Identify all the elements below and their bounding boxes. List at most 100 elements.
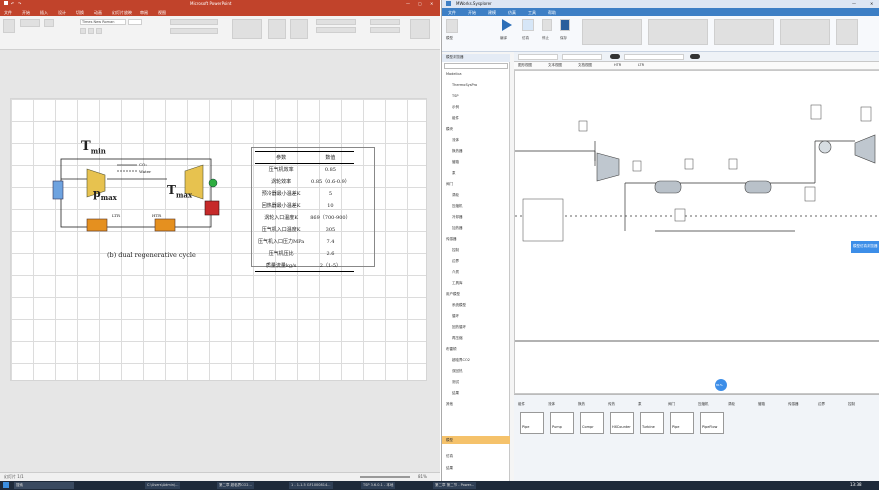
- tree-item[interactable]: 涡轮: [452, 193, 459, 198]
- font-name-select[interactable]: Times New Roman: [80, 19, 126, 25]
- taskbar-task[interactable]: 1 - 1-1.5 GF1000814...: [289, 482, 333, 489]
- tree-item[interactable]: 超临界CO2: [452, 358, 470, 363]
- palette-component[interactable]: [670, 412, 694, 434]
- tree-item[interactable]: 测试: [452, 380, 459, 385]
- tree-item[interactable]: 模块: [446, 127, 453, 132]
- palette-tab[interactable]: 泵: [638, 402, 642, 407]
- palette-component[interactable]: [520, 412, 544, 434]
- palette-tab[interactable]: 传感器: [788, 402, 799, 407]
- maximize-icon[interactable]: ▢: [418, 1, 422, 6]
- redo-icon[interactable]: ↷: [18, 1, 21, 6]
- palette-tab[interactable]: 边界: [818, 402, 825, 407]
- bottom-panel-result[interactable]: 结果: [446, 466, 453, 471]
- slide-canvas[interactable]: CO₂ Water Tmin pmax Tmax LTR HTR (b) dua…: [10, 98, 427, 381]
- new-slide-button[interactable]: [20, 19, 40, 27]
- palette-component[interactable]: [700, 412, 724, 434]
- replace-button[interactable]: [370, 27, 400, 33]
- paragraph-group[interactable]: [170, 19, 218, 25]
- palette-component[interactable]: [640, 412, 664, 434]
- tree-item[interactable]: 循环: [452, 314, 459, 319]
- close-icon[interactable]: ✕: [430, 1, 433, 6]
- ribbon-group-project[interactable]: [836, 19, 858, 45]
- app-minimize-icon[interactable]: —: [852, 1, 856, 6]
- palette-tab[interactable]: 压缩机: [698, 402, 709, 407]
- tree-item[interactable]: 结果: [452, 391, 459, 396]
- tree-item[interactable]: TSP: [452, 94, 458, 98]
- tree-item[interactable]: 流体: [452, 138, 459, 143]
- tree-item[interactable]: 压缩机: [452, 204, 463, 209]
- palette-tab[interactable]: 流体: [548, 402, 555, 407]
- underline-button[interactable]: [96, 28, 102, 34]
- parameter-table[interactable]: 参数 数值 压气机效率 0.85 涡轮效率 0.85（0.6-0.9） 预冷器最小温…: [255, 151, 354, 272]
- palette-tab[interactable]: 阀门: [668, 402, 675, 407]
- shapes-gallery[interactable]: [232, 19, 262, 39]
- bottom-panel-model[interactable]: 模型: [446, 438, 453, 443]
- tree-item[interactable]: 系统模型: [452, 303, 466, 308]
- editor-tab-text[interactable]: 文本视图: [548, 63, 562, 68]
- tree-item[interactable]: 双回热: [452, 369, 463, 374]
- compile-icon[interactable]: [502, 19, 512, 31]
- app-close-icon[interactable]: ✕: [870, 1, 873, 6]
- editor-tab-graphic[interactable]: 图形视图: [518, 63, 532, 68]
- tree-item[interactable]: 示例: [452, 105, 459, 110]
- minimize-icon[interactable]: —: [406, 1, 410, 6]
- ribbon-group-edit[interactable]: [582, 19, 642, 45]
- bottom-panel-sim[interactable]: 仿真: [446, 454, 453, 459]
- palette-component[interactable]: [610, 412, 634, 434]
- palette-component[interactable]: [580, 412, 604, 434]
- quick-styles-button[interactable]: [290, 19, 308, 39]
- tree-item[interactable]: 阀门: [446, 182, 453, 187]
- variant-select[interactable]: [562, 54, 602, 60]
- editor-tab-ltr[interactable]: LTR: [638, 63, 644, 67]
- diagram-editor[interactable]: 模型仿真浏览器 81%: [514, 70, 879, 394]
- tree-item[interactable]: 再压缩: [452, 336, 463, 341]
- tree-item[interactable]: 换热器: [452, 149, 463, 154]
- simulate-button[interactable]: [522, 19, 534, 31]
- palette-tab[interactable]: 组件: [518, 402, 525, 407]
- palette-tab[interactable]: 换热: [578, 402, 585, 407]
- taskbar-task[interactable]: 第二章 第二节 - Power...: [433, 482, 477, 489]
- tree-item[interactable]: 冷却器: [452, 215, 463, 220]
- taskbar-task[interactable]: C:\Users\Admin\...: [145, 482, 181, 489]
- slide-thumbnail-pane[interactable]: [0, 50, 8, 471]
- ribbon-group-format[interactable]: [714, 19, 774, 45]
- tree-search-input[interactable]: [444, 63, 508, 69]
- palette-tab[interactable]: 涡轮: [728, 402, 735, 407]
- align-group[interactable]: [170, 28, 218, 34]
- palette-component[interactable]: [550, 412, 574, 434]
- tree-item[interactable]: 回热循环: [452, 325, 466, 330]
- paste-button[interactable]: [3, 19, 15, 33]
- tree-item[interactable]: 布雷顿: [446, 347, 457, 352]
- tree-item[interactable]: 传感器: [446, 237, 457, 242]
- shape-outline-button[interactable]: [316, 27, 356, 33]
- font-size-select[interactable]: [128, 19, 142, 25]
- ribbon-group-view[interactable]: [648, 19, 708, 45]
- palette-tab[interactable]: 管路: [758, 402, 765, 407]
- taskbar-task[interactable]: TSP 3.6.0.1 - 本地: [361, 482, 396, 489]
- palette-tab[interactable]: 传热: [608, 402, 615, 407]
- tree-item[interactable]: 用户模型: [446, 292, 460, 297]
- model-select[interactable]: [518, 54, 558, 60]
- tree-item[interactable]: 其他: [446, 402, 453, 407]
- palette-tab[interactable]: 控制: [848, 402, 855, 407]
- tree-item[interactable]: 加热器: [452, 226, 463, 231]
- taskbar-search-box[interactable]: 搜索: [14, 482, 74, 489]
- editor-tab-doc[interactable]: 文档视图: [578, 63, 592, 68]
- zoom-badge[interactable]: 81%: [715, 379, 727, 391]
- editor-tab-htr[interactable]: HTR: [614, 63, 621, 67]
- find-button[interactable]: [370, 19, 400, 25]
- taskbar-task[interactable]: 第二章 超临界CO2...: [217, 482, 254, 489]
- arrange-button[interactable]: [268, 19, 286, 39]
- toggle-switch-2[interactable]: [690, 54, 700, 59]
- ribbon-group-window[interactable]: [780, 19, 830, 45]
- zoom-slider[interactable]: [360, 476, 410, 478]
- tree-item[interactable]: 控制: [452, 248, 459, 253]
- tree-item[interactable]: ThermoSysPro: [452, 83, 477, 87]
- tree-item[interactable]: 边界: [452, 259, 459, 264]
- italic-button[interactable]: [88, 28, 94, 34]
- layout-button[interactable]: [44, 19, 54, 27]
- stop-button[interactable]: [542, 19, 552, 31]
- parameter-select[interactable]: [624, 54, 684, 60]
- save-model-button[interactable]: [560, 19, 570, 31]
- app-model-button[interactable]: [446, 19, 458, 33]
